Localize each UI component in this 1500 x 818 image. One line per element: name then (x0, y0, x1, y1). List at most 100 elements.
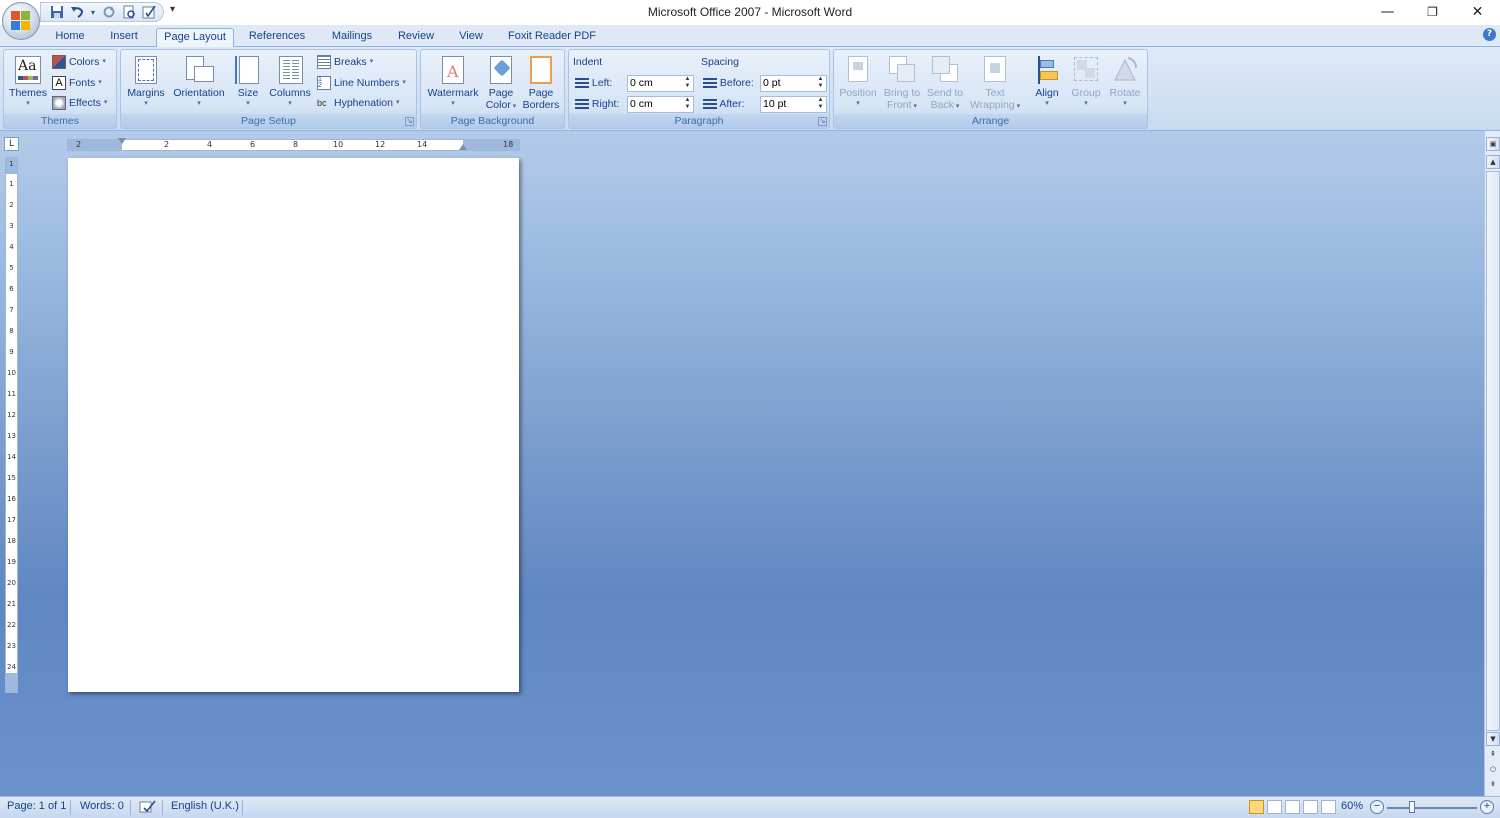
tab-insert[interactable]: Insert (100, 28, 148, 47)
tab-view[interactable]: View (450, 28, 492, 47)
tab-page-layout[interactable]: Page Layout (156, 28, 234, 48)
ruler-tick: 14 (417, 140, 428, 149)
hyphenation-button[interactable]: bc Hyphenation ▾ (317, 94, 399, 112)
columns-button[interactable]: Columns ▾ (267, 52, 313, 114)
left-indent-marker-icon[interactable] (118, 138, 126, 144)
size-icon (233, 54, 263, 86)
rotate-button[interactable]: Rotate ▾ (1106, 52, 1144, 114)
effects-button[interactable]: Effects ▾ (52, 94, 107, 112)
zoom-level[interactable]: 60% (1341, 800, 1363, 812)
next-page-icon[interactable]: ⇟ (1486, 778, 1500, 792)
spacing-title: Spacing (701, 56, 739, 68)
page-count-status[interactable]: Page: 1 of 1 (7, 800, 66, 812)
page-color-icon (486, 54, 516, 86)
themes-group: Aa Themes ▾ Colors ▾ A Fonts ▾ Effects ▾ Th… (3, 49, 117, 129)
send-to-back-button[interactable]: Send to Back ▾ (924, 52, 966, 114)
ruler-tick: 20 (7, 579, 16, 587)
document-page[interactable] (68, 158, 519, 692)
previous-page-icon[interactable]: ⇞ (1486, 748, 1500, 762)
restore-button[interactable]: ❐ (1410, 0, 1455, 24)
colors-button[interactable]: Colors ▾ (52, 53, 106, 71)
undo-icon[interactable] (69, 4, 85, 20)
customize-qat-icon[interactable]: ▾ (170, 4, 175, 15)
tab-foxit-reader-pdf[interactable]: Foxit Reader PDF (502, 28, 602, 47)
page-color-button[interactable]: Page Color ▾ (483, 52, 519, 114)
print-layout-view-icon[interactable] (1249, 800, 1264, 814)
themes-group-label: Themes (4, 114, 116, 128)
text-wrapping-icon (980, 54, 1010, 86)
position-button[interactable]: Position ▾ (836, 52, 880, 114)
full-screen-reading-view-icon[interactable] (1267, 800, 1282, 814)
ruler-tick: 12 (375, 140, 386, 149)
group-button[interactable]: Group ▾ (1068, 52, 1104, 114)
scroll-up-icon[interactable]: ▲ (1486, 155, 1500, 169)
right-indent-marker-icon[interactable] (459, 144, 467, 150)
text-wrapping-button[interactable]: Text Wrapping ▾ (966, 52, 1024, 114)
scrollbar-thumb[interactable] (1486, 171, 1500, 731)
zoom-slider[interactable] (1387, 807, 1477, 809)
indent-right-input[interactable]: 0 cm ▲ ▼ (627, 96, 694, 113)
tab-mailings[interactable]: Mailings (322, 28, 382, 47)
undo-dropdown-icon[interactable]: ▾ (89, 4, 97, 20)
align-button[interactable]: Align ▾ (1026, 52, 1068, 114)
ruler-tick: 2 (164, 140, 170, 149)
save-icon[interactable] (49, 4, 65, 20)
spelling-check-icon[interactable] (141, 4, 157, 20)
redo-icon[interactable] (101, 4, 117, 20)
indent-left-input[interactable]: 0 cm ▲ ▼ (627, 75, 694, 92)
tab-home[interactable]: Home (48, 28, 92, 47)
paragraph-group: Indent Spacing Left: 0 cm ▲ ▼ Right: 0 cm… (568, 49, 830, 129)
fonts-button[interactable]: A Fonts ▾ (52, 74, 102, 92)
ruler-tick: 10 (7, 369, 16, 377)
spin-arrows-icon[interactable]: ▲ ▼ (816, 97, 825, 111)
page-borders-button[interactable]: Page Borders (521, 52, 561, 114)
web-layout-view-icon[interactable] (1285, 800, 1300, 814)
quick-access-toolbar: ▾ (40, 2, 164, 22)
ruler-tick: 1 (9, 160, 14, 168)
tab-references[interactable]: References (242, 28, 312, 47)
scroll-down-icon[interactable]: ▼ (1486, 732, 1500, 746)
proofing-icon[interactable] (139, 800, 157, 817)
ruler-tick: 15 (7, 474, 16, 482)
select-browse-object-icon[interactable]: ○ (1486, 763, 1500, 777)
spin-arrows-icon[interactable]: ▲ ▼ (683, 76, 692, 90)
ruler-tick: 21 (7, 600, 16, 608)
position-icon (843, 54, 873, 86)
vertical-scrollbar[interactable]: ▣ ▲ ▼ ⇞ ○ ⇟ (1484, 131, 1500, 796)
draft-view-icon[interactable] (1321, 800, 1336, 814)
view-ruler-icon[interactable]: ▣ (1486, 137, 1500, 151)
orientation-button[interactable]: Orientation ▾ (169, 52, 229, 114)
language-status[interactable]: English (U.K.) (171, 800, 239, 812)
office-button[interactable] (2, 2, 40, 40)
page-setup-group: Margins ▾ Orientation ▾ Size ▾ Columns ▾… (120, 49, 417, 129)
themes-button[interactable]: Aa Themes ▾ (6, 52, 50, 114)
print-preview-icon[interactable] (121, 4, 137, 20)
zoom-in-icon[interactable]: + (1480, 800, 1494, 814)
ruler-tick: 16 (7, 495, 16, 503)
outline-view-icon[interactable] (1303, 800, 1318, 814)
line-numbers-button[interactable]: 12 Line Numbers ▾ (317, 74, 406, 92)
zoom-out-icon[interactable]: − (1370, 800, 1384, 814)
close-button[interactable]: ✕ (1455, 0, 1500, 24)
tab-review[interactable]: Review (390, 28, 442, 47)
watermark-button[interactable]: A Watermark ▾ (425, 52, 481, 114)
vertical-ruler[interactable]: 1 1 2 3 4 5 6 7 8 9 10 11 12 13 14 15 16… (5, 157, 18, 693)
ruler-tick: 4 (207, 140, 213, 149)
ruler-tick: 24 (7, 663, 16, 671)
size-button[interactable]: Size ▾ (231, 52, 265, 114)
spin-arrows-icon[interactable]: ▲ ▼ (816, 76, 825, 90)
margins-button[interactable]: Margins ▾ (125, 52, 167, 114)
bring-to-front-button[interactable]: Bring to Front ▾ (880, 52, 924, 114)
spacing-after-input[interactable]: 10 pt ▲ ▼ (760, 96, 827, 113)
minimize-button[interactable]: — (1365, 0, 1410, 24)
breaks-button[interactable]: Breaks ▾ (317, 53, 373, 71)
zoom-slider-thumb[interactable] (1409, 801, 1415, 813)
horizontal-ruler[interactable]: 2 2 4 6 8 10 12 14 18 (67, 138, 520, 151)
spacing-before-input[interactable]: 0 pt ▲ ▼ (760, 75, 827, 92)
spin-arrows-icon[interactable]: ▲ ▼ (683, 97, 692, 111)
page-setup-dialog-launcher-icon[interactable]: ↘ (405, 117, 414, 126)
tab-selector[interactable]: L (4, 137, 19, 151)
word-count-status[interactable]: Words: 0 (80, 800, 124, 812)
help-icon[interactable]: ? (1483, 28, 1496, 41)
paragraph-dialog-launcher-icon[interactable]: ↘ (818, 117, 827, 126)
